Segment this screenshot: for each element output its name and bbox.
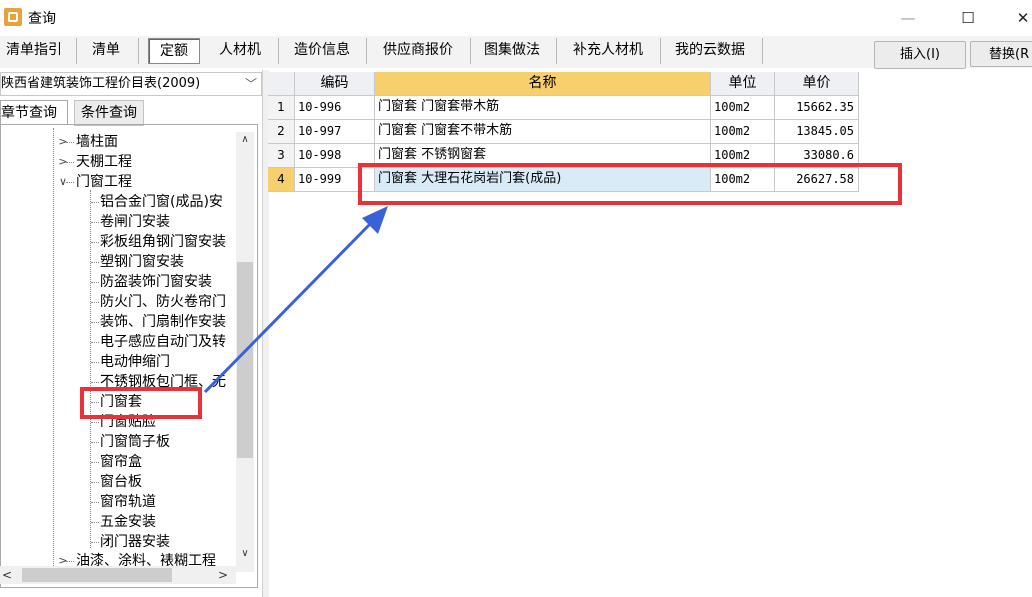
annotation-arrow	[203, 206, 388, 394]
arrow-shaft	[203, 220, 374, 394]
